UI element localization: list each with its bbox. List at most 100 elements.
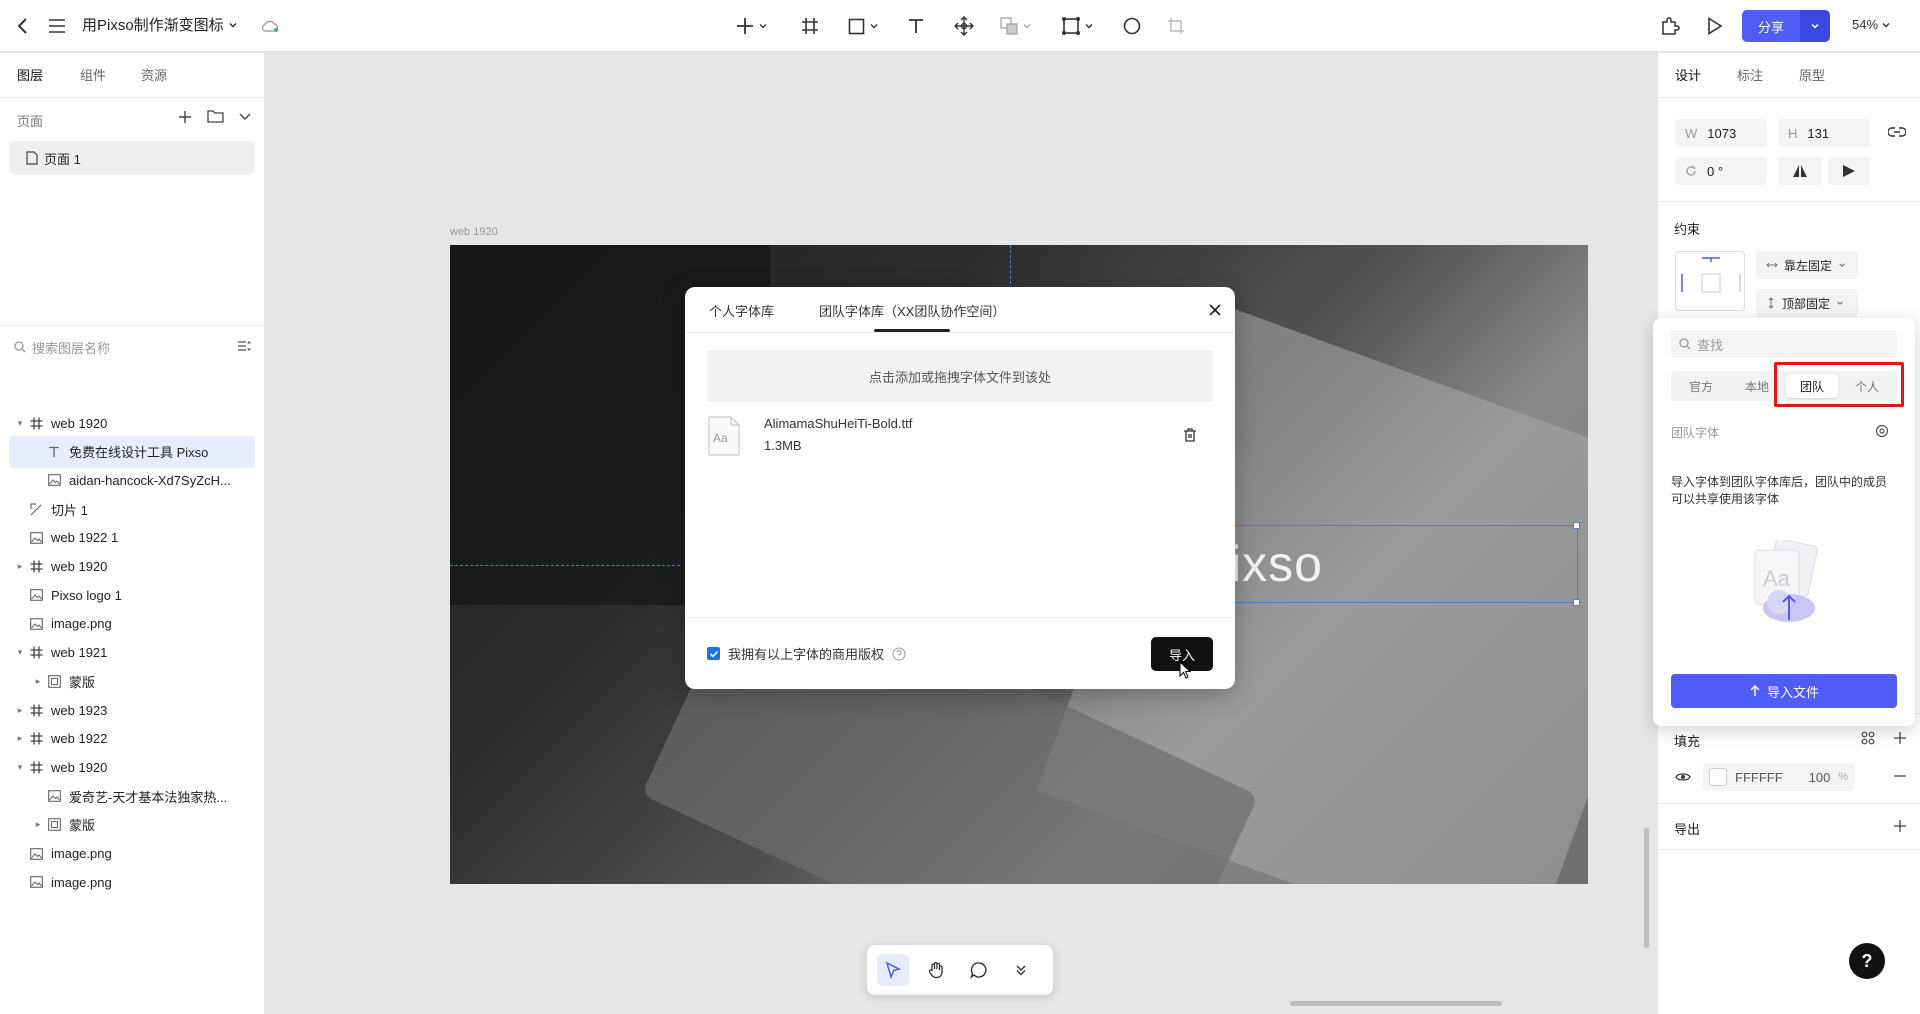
layer-row[interactable]: aidan-hancock-Xd7SyZcH... bbox=[9, 464, 255, 496]
tab-design[interactable]: 设计 bbox=[1675, 65, 1701, 84]
layer-row[interactable]: 切片 1 bbox=[9, 493, 255, 525]
frame-tool-button[interactable] bbox=[798, 12, 822, 40]
layer-row[interactable]: image.png bbox=[9, 866, 255, 898]
crop-tool-button[interactable] bbox=[1164, 12, 1188, 40]
team-fonts-label: 团队字体 bbox=[1671, 426, 1720, 440]
layer-row[interactable]: ▸ 蒙版 bbox=[9, 809, 255, 841]
layer-row[interactable]: ▸ web 1923 bbox=[9, 694, 255, 726]
font-search-input[interactable]: 查找 bbox=[1671, 330, 1897, 358]
text-tool-button[interactable] bbox=[904, 12, 928, 40]
share-button[interactable]: 分享 bbox=[1742, 10, 1800, 42]
font-drop-zone[interactable]: 点击添加或拖拽字体文件到该处 bbox=[707, 350, 1213, 402]
component-tool-button[interactable] bbox=[1058, 12, 1098, 40]
comment-tool-button[interactable] bbox=[963, 954, 995, 986]
eye-icon[interactable] bbox=[1675, 771, 1691, 783]
tab-team-fonts[interactable]: 团队字体库（XX团队协作空间） bbox=[819, 301, 1005, 320]
layer-row[interactable]: 爱奇艺-天才基本法独家热... bbox=[9, 780, 255, 812]
tab-layers[interactable]: 图层 bbox=[17, 65, 43, 84]
menu-icon[interactable] bbox=[46, 12, 68, 40]
share-options-button[interactable] bbox=[1800, 10, 1830, 42]
collapse-pages-icon[interactable] bbox=[238, 111, 252, 123]
back-icon[interactable] bbox=[12, 12, 32, 40]
flip-vertical-button[interactable] bbox=[1828, 157, 1870, 185]
style-grid-icon[interactable] bbox=[1861, 731, 1875, 745]
tab-components[interactable]: 组件 bbox=[80, 65, 106, 84]
expand-icon[interactable]: ▾ bbox=[13, 762, 27, 773]
expand-icon[interactable]: ▾ bbox=[13, 647, 27, 658]
page-item[interactable]: 页面 1 bbox=[9, 141, 255, 175]
help-circle-icon[interactable] bbox=[892, 647, 906, 661]
expand-icon[interactable]: ▾ bbox=[13, 418, 27, 429]
settings-icon[interactable] bbox=[1875, 424, 1889, 438]
collapse-icon[interactable]: ▸ bbox=[31, 676, 45, 687]
collapse-icon[interactable]: ▸ bbox=[13, 733, 27, 744]
add-export-icon[interactable] bbox=[1893, 819, 1907, 833]
fill-swatch[interactable] bbox=[1709, 768, 1727, 786]
layer-name: image.png bbox=[51, 846, 112, 861]
flip-horizontal-button[interactable] bbox=[1778, 157, 1822, 185]
boolean-tool-button[interactable] bbox=[996, 12, 1036, 40]
layer-row[interactable]: Pixso logo 1 bbox=[9, 579, 255, 611]
hand-tool-button[interactable] bbox=[920, 954, 952, 986]
slice-layer-icon bbox=[27, 501, 45, 517]
plugin-button[interactable] bbox=[1658, 12, 1682, 40]
layer-row[interactable]: ▾ web 1920 bbox=[9, 751, 255, 783]
tab-official-fonts[interactable]: 官方 bbox=[1675, 374, 1727, 398]
license-checkbox[interactable] bbox=[707, 647, 720, 660]
layer-row[interactable]: 免费在线设计工具 Pixso bbox=[9, 435, 255, 468]
folder-icon[interactable] bbox=[207, 109, 224, 125]
horizontal-constraint-select[interactable]: 靠左固定 bbox=[1756, 251, 1858, 279]
layer-name: web 1923 bbox=[51, 702, 108, 718]
move-tool-button[interactable] bbox=[952, 12, 976, 40]
tab-annotate[interactable]: 标注 bbox=[1737, 65, 1763, 84]
more-tools-button[interactable] bbox=[1005, 954, 1037, 986]
layer-row[interactable]: ▾ web 1920 bbox=[9, 407, 255, 439]
tab-assets[interactable]: 资源 bbox=[141, 65, 167, 84]
tab-prototype[interactable]: 原型 bbox=[1799, 65, 1825, 84]
layer-row[interactable]: web 1922 1 bbox=[9, 522, 255, 554]
divider bbox=[1658, 97, 1920, 98]
layer-row[interactable]: ▸ 蒙版 bbox=[9, 665, 255, 697]
add-page-icon[interactable] bbox=[177, 109, 193, 125]
fill-color-field[interactable]: FFFFFF 100 % bbox=[1703, 763, 1855, 791]
vertical-scrollbar[interactable] bbox=[1644, 828, 1649, 948]
file-title[interactable]: 用Pixso制作渐变图标 bbox=[82, 14, 238, 35]
tab-personal-fonts[interactable]: 个人字体库 bbox=[709, 301, 774, 320]
height-value: 131 bbox=[1807, 125, 1830, 141]
horizontal-scrollbar[interactable] bbox=[1290, 1001, 1502, 1006]
rotation-field[interactable]: 0 ° bbox=[1675, 157, 1767, 185]
font-file-size: 1.3MB bbox=[764, 438, 802, 453]
layer-row[interactable]: ▾ web 1921 bbox=[9, 637, 255, 669]
font-file-icon-label: Aa bbox=[713, 431, 728, 445]
add-tool-button[interactable] bbox=[732, 12, 772, 40]
layer-search-input[interactable]: 搜索图层名称 bbox=[14, 335, 254, 359]
double-chevron-down-icon bbox=[1016, 965, 1026, 976]
collapse-icon[interactable]: ▸ bbox=[31, 819, 45, 830]
help-button[interactable]: ? bbox=[1849, 943, 1885, 979]
layer-row[interactable]: image.png bbox=[9, 838, 255, 870]
license-agreement[interactable]: 我拥有以上字体的商用版权 bbox=[707, 644, 906, 663]
width-field[interactable]: W 1073 bbox=[1675, 119, 1767, 147]
layer-name: image.png bbox=[51, 616, 112, 632]
layer-row[interactable]: image.png bbox=[9, 608, 255, 640]
ellipse-tool-button[interactable] bbox=[1120, 12, 1144, 40]
collapse-icon[interactable]: ▸ bbox=[13, 561, 27, 572]
zoom-control[interactable]: 54% bbox=[1852, 17, 1891, 32]
remove-fill-icon[interactable] bbox=[1893, 769, 1907, 783]
constraint-widget[interactable] bbox=[1675, 251, 1745, 311]
layer-row[interactable]: ▸ web 1922 bbox=[9, 723, 255, 755]
collapse-icon[interactable]: ▸ bbox=[13, 705, 27, 716]
link-ratio-icon[interactable] bbox=[1888, 125, 1906, 141]
vertical-constraint-select[interactable]: 顶部固定 bbox=[1756, 289, 1858, 317]
add-fill-icon[interactable] bbox=[1893, 731, 1907, 745]
layer-row[interactable]: ▸ web 1920 bbox=[9, 551, 255, 583]
present-button[interactable] bbox=[1703, 12, 1727, 40]
crop-icon bbox=[1168, 18, 1184, 34]
select-tool-button[interactable] bbox=[877, 954, 909, 986]
import-file-button[interactable]: 导入文件 bbox=[1671, 674, 1897, 708]
filter-icon[interactable] bbox=[237, 339, 253, 353]
height-field[interactable]: H 131 bbox=[1778, 119, 1870, 147]
trash-icon[interactable] bbox=[1182, 427, 1198, 443]
close-icon[interactable] bbox=[1205, 300, 1225, 320]
shape-tool-button[interactable] bbox=[843, 12, 883, 40]
